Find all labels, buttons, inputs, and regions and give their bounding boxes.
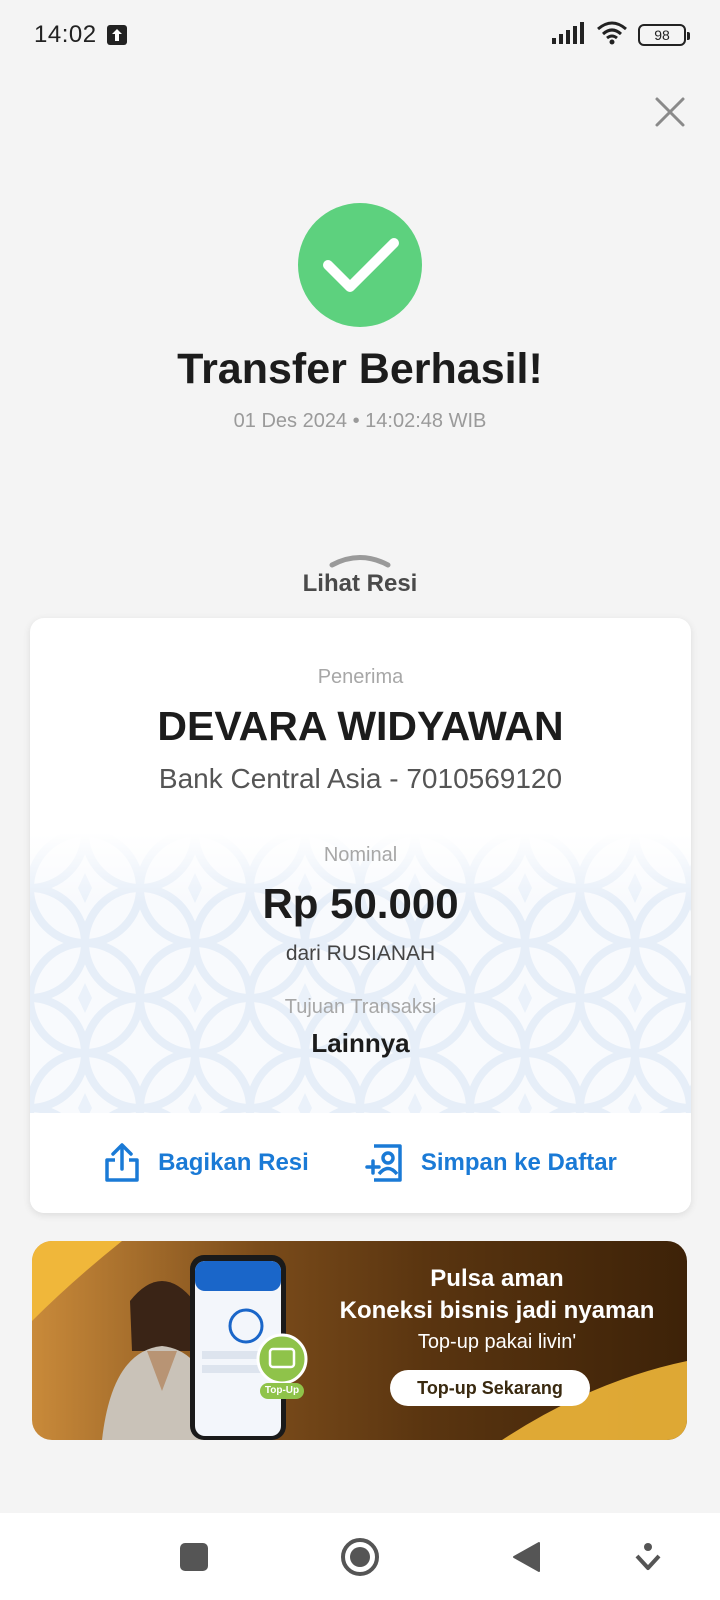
result-title: Transfer Berhasil! (177, 345, 543, 393)
recipient-name: DEVARA WIDYAWAN (157, 703, 564, 749)
system-nav-bar (0, 1513, 720, 1600)
home-button[interactable] (336, 1533, 384, 1581)
result-timestamp: 01 Des 2024 • 14:02:48 WIB (233, 410, 487, 432)
signal-icon (552, 21, 586, 49)
banner-headline: Pulsa aman (430, 1265, 564, 1292)
view-receipt-toggle[interactable]: Lihat Resi (260, 552, 460, 604)
square-icon (180, 1543, 208, 1571)
save-to-list-button[interactable]: Simpan ke Daftar (365, 1143, 617, 1183)
banner-subheadline: Koneksi bisnis jadi nyaman (339, 1297, 655, 1324)
view-receipt-label: Lihat Resi (302, 570, 418, 597)
status-bar: 14:02 98 (0, 0, 720, 70)
back-triangle-icon (513, 1542, 540, 1572)
amount-value: Rp 50.000 (262, 880, 459, 927)
chevron-down-icon (635, 1543, 661, 1570)
checkmark-icon (323, 238, 399, 292)
recents-button[interactable] (170, 1533, 218, 1581)
status-right: 98 (552, 21, 690, 50)
status-left: 14:02 (34, 21, 127, 49)
receipt-actions: Bagikan Resi Simpan ke Daftar (30, 1113, 691, 1213)
purpose-label: Tujuan Transaksi (284, 996, 437, 1018)
share-receipt-button[interactable]: Bagikan Resi (104, 1143, 309, 1183)
chevron-up-icon (329, 555, 391, 568)
status-time: 14:02 (34, 21, 97, 48)
recipient-bank-account: Bank Central Asia - 7010569120 (158, 763, 563, 794)
battery-level: 98 (654, 27, 670, 43)
home-circle-icon (341, 1538, 379, 1576)
topup-now-button[interactable]: Top-up Sekarang (390, 1370, 590, 1406)
upload-icon (106, 25, 127, 45)
receipt-card: Penerima DEVARA WIDYAWAN Bank Central As… (30, 618, 691, 1213)
wifi-icon (596, 21, 628, 50)
amount-label: Nominal (323, 844, 398, 866)
battery-icon: 98 (638, 24, 690, 46)
screen: 14:02 98 Transfer Berhasil! 01 Des 2024 … (0, 0, 720, 1600)
promo-banner[interactable]: Top-Up Pulsa aman Koneksi bisnis jadi ny… (32, 1241, 687, 1440)
success-badge (298, 203, 422, 327)
recipient-label: Penerima (317, 666, 404, 688)
save-to-list-label: Simpan ke Daftar (420, 1149, 617, 1176)
purpose-value: Lainnya (311, 1028, 410, 1058)
share-icon (105, 1143, 139, 1182)
share-receipt-label: Bagikan Resi (158, 1149, 309, 1176)
banner-tagline: Top-up pakai livin' (417, 1331, 577, 1353)
add-contact-icon (365, 1144, 402, 1182)
batik-pattern-background (30, 833, 691, 1113)
topup-badge-label: Top-Up (264, 1385, 300, 1396)
back-button[interactable] (502, 1533, 550, 1581)
sender-name: dari RUSIANAH (285, 942, 436, 965)
close-icon (655, 97, 685, 127)
nav-menu-button[interactable] (624, 1533, 672, 1581)
close-button[interactable] (650, 92, 690, 132)
